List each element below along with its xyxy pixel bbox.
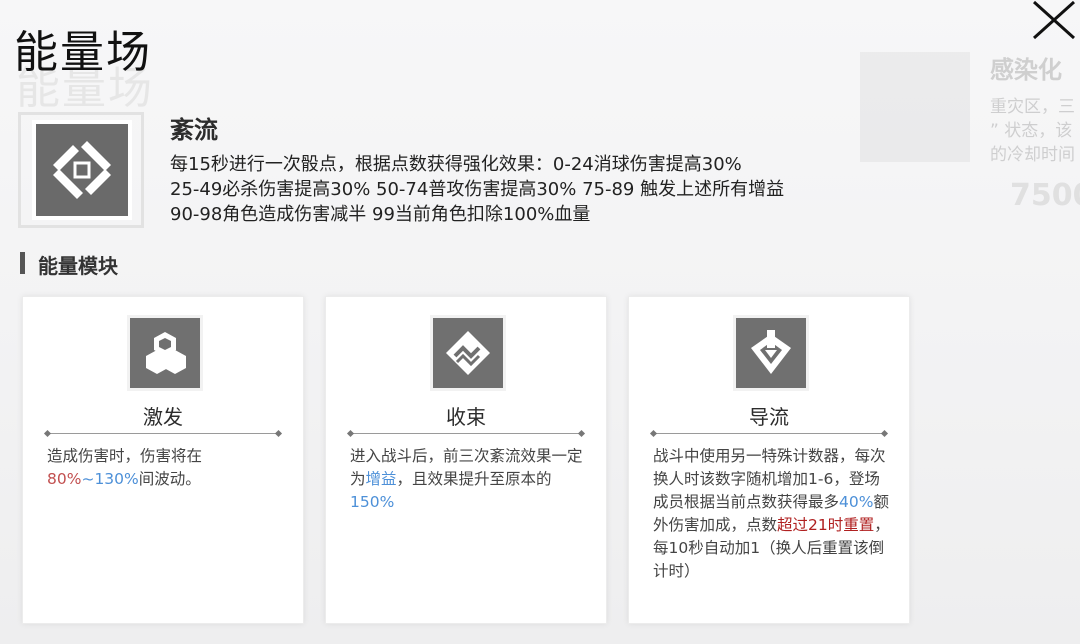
divider — [350, 433, 582, 434]
divider — [47, 433, 279, 434]
section-marker — [20, 252, 25, 274]
module-card-diversion[interactable]: 导流 战斗中使用另一特殊计数器，每次换人时该数字随机增加1-6，登场成员根据当前… — [628, 296, 910, 624]
module-name: 导流 — [749, 405, 789, 429]
hexagon-cluster-icon — [127, 315, 203, 391]
turbulence-icon — [32, 120, 132, 220]
background-line: 的冷却时间 — [990, 145, 1075, 165]
background-line: ” 状态，该 — [990, 121, 1073, 141]
page-title: 能量场 — [14, 27, 152, 78]
module-name: 收束 — [446, 405, 486, 429]
background-field-icon — [860, 52, 970, 162]
field-name: 紊流 — [170, 116, 218, 144]
module-card-excite[interactable]: 激发 造成伤害时，伤害将在80%~130%间波动。 — [22, 296, 304, 624]
background-number: 7500 — [1010, 178, 1080, 213]
field-desc-line: 每15秒进行一次骰点，根据点数获得强化效果：0-24消球伤害提高30% — [170, 154, 742, 175]
module-description: 造成伤害时，伤害将在80%~130%间波动。 — [47, 447, 203, 488]
module-description: 进入战斗后，前三次紊流效果一定为增益，且效果提升至原本的150% — [350, 447, 583, 511]
funnel-down-icon — [733, 315, 809, 391]
module-description: 战斗中使用另一特殊计数器，每次换人时该数字随机增加1-6，登场成员根据当前点数获… — [653, 447, 890, 580]
close-button[interactable] — [1028, 0, 1078, 42]
field-desc-line: 25-49必杀伤害提高30% 50-74普攻伤害提高30% 75-89 触发上述… — [170, 179, 785, 200]
field-icon-frame — [18, 112, 144, 228]
module-name: 激发 — [143, 405, 183, 429]
field-desc-line: 90-98角色造成伤害减半 99当前角色扣除100%血量 — [170, 204, 591, 225]
background-panel: 感染化 重灾区，三 ” 状态，该 的冷却时间 7500 — [860, 40, 1080, 240]
section-title: 能量模块 — [38, 254, 118, 278]
background-line: 重灾区，三 — [990, 97, 1075, 117]
diamond-wave-icon — [430, 315, 506, 391]
background-title: 感染化 — [990, 56, 1062, 84]
divider — [653, 433, 885, 434]
field-description: 每15秒进行一次骰点，根据点数获得强化效果：0-24消球伤害提高30% 25-4… — [170, 152, 784, 227]
close-icon — [1032, 0, 1076, 40]
module-card-converge[interactable]: 收束 进入战斗后，前三次紊流效果一定为增益，且效果提升至原本的150% — [325, 296, 607, 624]
